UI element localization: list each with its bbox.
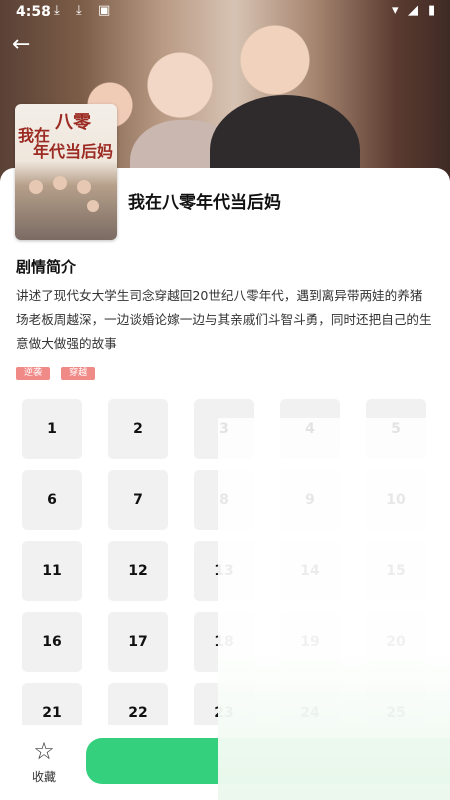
genre-tag: 穿越 — [61, 367, 96, 380]
status-bar: 4:58 ⤓ ⤓ ▣ ▾ ◢ ▮ — [0, 0, 450, 24]
episode-button[interactable]: 16 — [22, 612, 82, 672]
synopsis-heading: 剧情简介 — [16, 258, 77, 276]
poster-title: 八零 — [55, 112, 91, 133]
app-notification-icon: ▣ — [98, 3, 111, 18]
download-icon: ⤓ — [54, 3, 60, 18]
episode-button[interactable]: 17 — [108, 612, 168, 672]
poster-title: 年代当后妈 — [33, 142, 114, 161]
episode-button[interactable]: 2 — [108, 399, 168, 459]
genre-tag: 逆袭 — [16, 367, 51, 380]
favorite-button[interactable]: ☆ 收藏 — [24, 737, 64, 785]
synopsis-text: 讲述了现代女大学生司念穿越回20世纪八零年代，遇到离异带两娃的养猪场老板周越深，… — [16, 288, 432, 351]
tag-list: 逆袭 穿越 — [16, 360, 101, 380]
download-icon: ⤓ — [76, 3, 82, 18]
status-time: 4:58 — [16, 4, 51, 20]
episode-button[interactable]: 1 — [22, 399, 82, 459]
episode-button[interactable]: 12 — [108, 541, 168, 601]
battery-icon: ▮ — [428, 3, 436, 18]
arrow-left-icon: ← — [12, 32, 31, 57]
blurred-overlay — [218, 418, 450, 800]
poster-figures — [25, 174, 105, 234]
wifi-icon: ▾ — [392, 3, 399, 18]
favorite-label: 收藏 — [31, 770, 56, 784]
back-button[interactable]: ← — [12, 32, 38, 58]
drama-poster: 八零 我在 年代当后妈 — [15, 104, 117, 240]
signal-icon: ◢ — [408, 3, 418, 18]
drama-title: 我在八零年代当后妈 — [128, 193, 281, 213]
episode-button[interactable]: 6 — [22, 470, 82, 530]
episode-button[interactable]: 11 — [22, 541, 82, 601]
episode-button[interactable]: 7 — [108, 470, 168, 530]
star-icon: ☆ — [33, 737, 55, 765]
